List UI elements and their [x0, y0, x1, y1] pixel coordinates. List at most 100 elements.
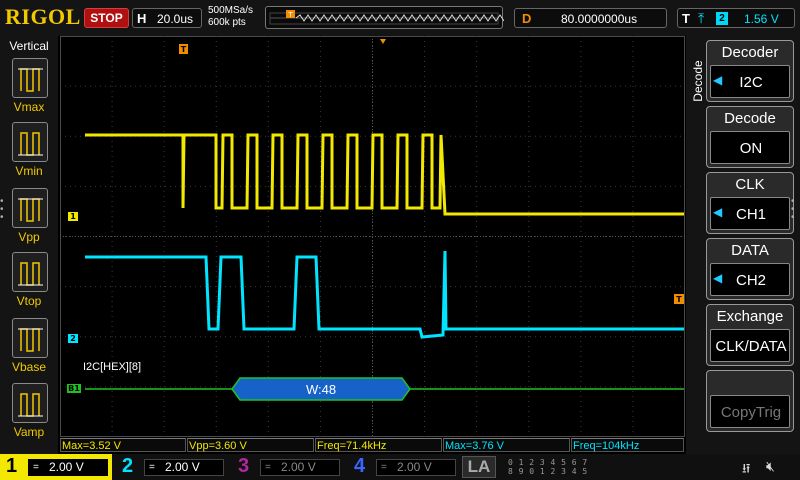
top-bar: RIGOL STOP H 20.0us 500MSa/s 600k pts T …: [0, 0, 800, 36]
measure-label: Vbase: [11, 360, 47, 374]
measurement-result: Vpp=3.60 V: [187, 438, 314, 452]
softkey-title: CLK: [735, 176, 765, 193]
channel-number: 2: [122, 455, 134, 477]
dc-coupling-icon: =: [381, 462, 387, 473]
softkey-value-box: ON: [710, 131, 790, 164]
dc-coupling-icon: =: [149, 462, 155, 473]
menu-tab-label: Decode: [691, 60, 705, 102]
measure-button-vtop[interactable]: [12, 252, 48, 292]
delay-key: D: [522, 11, 532, 26]
vtop-icon: [18, 262, 43, 286]
channel-scale-value: 2.00 V: [49, 460, 84, 474]
measurement-result: Freq=71.4kHz: [315, 438, 442, 452]
channel-status-bar: 1 = 2.00 V 2 = 2.00 V 3 = 2.00 V 4 = 2.00 V LA 0 1 …: [0, 454, 800, 480]
vmax-icon: [18, 68, 43, 92]
measurement-result: Freq=104kHz: [571, 438, 684, 452]
softkey-copytrig[interactable]: CopyTrig: [706, 370, 794, 432]
ch2-offset-marker-label: 2: [70, 334, 76, 343]
rising-edge-icon: ⤒: [698, 10, 705, 26]
trigger-position-marker-label: T: [181, 45, 187, 54]
vpp-icon: [18, 198, 43, 222]
softkey-title: DATA: [731, 242, 769, 259]
memory-position-bar[interactable]: T: [265, 6, 505, 29]
softkey-on[interactable]: Decode ON: [706, 106, 794, 168]
softkey-value-box: ◀ CH2: [710, 263, 790, 296]
measure-button-vmax[interactable]: [12, 58, 48, 98]
trigger-display[interactable]: T ⤒ 2 1.56 V: [677, 8, 795, 28]
softkey-value: CH2: [735, 272, 766, 289]
softkey-title: Exchange: [716, 308, 784, 325]
vamp-icon: [18, 393, 43, 417]
memory-depth: 600k pts: [208, 17, 246, 28]
channel-1-button[interactable]: 1 = 2.00 V: [0, 454, 112, 480]
channel-scale-value: 2.00 V: [397, 460, 432, 474]
measure-label: Vtop: [16, 294, 42, 308]
channel-number: 1: [6, 455, 18, 477]
graticule: [60, 36, 685, 437]
measure-button-vamp[interactable]: [12, 383, 48, 423]
channel-scale: = 2.00 V: [144, 459, 224, 476]
memory-waveform-icon: T: [269, 10, 505, 25]
softkey-value: ON: [739, 140, 763, 157]
measurement-result: Max=3.76 V: [443, 438, 570, 452]
channel-2-button[interactable]: 2 = 2.00 V: [116, 454, 228, 480]
trigger-key: T: [682, 11, 690, 26]
measure-label: Vmax: [13, 100, 45, 114]
center-position-marker: [380, 39, 386, 44]
brand-logo: RIGOL: [5, 4, 81, 29]
logic-analyzer-button[interactable]: LA: [462, 456, 496, 478]
menu-scroll-dots-icon: • • •: [791, 196, 795, 223]
softkey-value: I2C: [739, 74, 763, 91]
measure-label: Vmin: [15, 164, 43, 178]
timebase-key: H: [137, 11, 147, 26]
decode-packet-text: W:48: [306, 382, 336, 397]
delay-value: 80.0000000us: [561, 12, 638, 26]
channel-scale: = 2.00 V: [376, 459, 456, 476]
sample-rate: 500MSa/s: [208, 5, 254, 16]
panel-scroll-dots-icon: • • •: [0, 196, 4, 223]
channel-scale: = 2.00 V: [28, 459, 108, 476]
trigger-level-value: 1.56 V: [744, 12, 779, 26]
softkey-ch2[interactable]: DATA ◀ CH2: [706, 238, 794, 300]
channel-scale-value: 2.00 V: [165, 460, 200, 474]
softkey-clk-data[interactable]: Exchange CLK/DATA: [706, 304, 794, 366]
measure-label: Vpp: [18, 230, 40, 244]
softkey-value: CopyTrig: [720, 404, 782, 421]
channel-number: 4: [354, 455, 366, 477]
waveform-display[interactable]: 1 2 B1 T T I2C[HEX][8] W:48: [60, 36, 685, 437]
measure-button-vpp[interactable]: [12, 188, 48, 228]
softkey-value-box: ◀ I2C: [710, 65, 790, 98]
channel-4-button[interactable]: 4 = 2.00 V: [348, 454, 460, 480]
logic-digits-row-2: 8 9 0 1 2 3 4 5: [508, 467, 588, 476]
ch2-sda-trace: [85, 250, 684, 339]
channel-number: 3: [238, 455, 250, 477]
speaker-mute-icon[interactable]: 🔇︎: [766, 458, 775, 475]
usb-icon: ⭿: [742, 461, 751, 476]
softkey-value-box: CLK/DATA: [710, 329, 790, 362]
measure-label: Vamp: [13, 425, 45, 439]
softkey-value-box: ◀ CH1: [710, 197, 790, 230]
softkey-title: Decoder: [721, 44, 779, 61]
timebase-value: 20.0us: [157, 12, 194, 26]
menu-tab: Decode: [686, 40, 705, 132]
measurement-results-bar: Max=3.52 V Vpp=3.60 V Freq=71.4kHz Max=3.76…: [60, 438, 685, 453]
softkey-ch1[interactable]: CLK ◀ CH1: [706, 172, 794, 234]
timebase-display[interactable]: H 20.0us: [132, 8, 202, 28]
panel-title: Vertical: [9, 39, 49, 53]
delay-display[interactable]: D 80.0000000us: [514, 8, 667, 28]
measure-button-vmin[interactable]: [12, 122, 48, 162]
ch1-scl-trace: [85, 133, 684, 216]
measure-button-vbase[interactable]: [12, 318, 48, 358]
channel-scale: = 2.00 V: [260, 459, 340, 476]
memory-trigger-marker-label: T: [287, 11, 293, 19]
acquisition-info: 500MSa/s 600k pts: [208, 5, 253, 29]
channel-3-button[interactable]: 3 = 2.00 V: [232, 454, 344, 480]
run-stop-button[interactable]: STOP: [84, 8, 129, 28]
softkey-i2c[interactable]: Decoder ◀ I2C: [706, 40, 794, 102]
softkey-title: Decode: [724, 110, 776, 127]
logic-channel-indicator: 0 1 2 3 4 5 6 7 8 9 0 1 2 3 4 5: [508, 458, 600, 478]
measurement-result: Max=3.52 V: [60, 438, 186, 452]
decode-format-label: I2C[HEX][8]: [83, 361, 141, 373]
trigger-source-badge: 2: [716, 12, 728, 25]
softkey-value: CLK/DATA: [715, 338, 787, 355]
